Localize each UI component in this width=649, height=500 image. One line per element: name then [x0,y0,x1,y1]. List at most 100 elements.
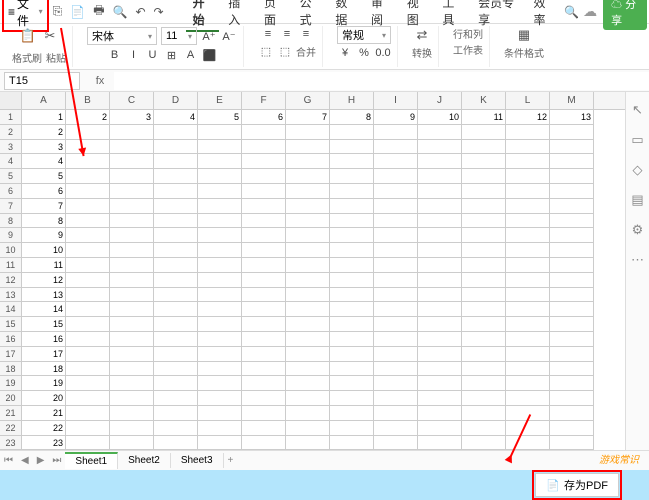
add-sheet-button[interactable]: + [224,455,238,466]
merge-label[interactable]: 合并 [296,44,316,59]
cell[interactable] [550,406,594,421]
cell[interactable] [418,302,462,317]
cell[interactable] [506,243,550,258]
align-left-icon[interactable]: ⬚ [258,43,274,59]
cell[interactable]: 5 [22,169,66,184]
cell[interactable] [286,243,330,258]
cell[interactable] [66,258,110,273]
cell[interactable]: 16 [22,332,66,347]
row-header[interactable]: 20 [0,391,22,406]
cell[interactable]: 9 [22,228,66,243]
cell[interactable] [374,199,418,214]
cell[interactable] [506,154,550,169]
cell[interactable] [462,243,506,258]
cell[interactable] [110,288,154,303]
cell[interactable] [330,184,374,199]
cell[interactable]: 14 [22,302,66,317]
cell[interactable] [330,199,374,214]
cell[interactable] [550,391,594,406]
cell[interactable] [198,199,242,214]
row-header[interactable]: 16 [0,332,22,347]
undo-icon[interactable]: ↶ [131,5,149,19]
cell[interactable] [110,228,154,243]
paste-label[interactable]: 粘贴 [46,50,66,65]
cell[interactable] [550,362,594,377]
sheet-nav-prev[interactable]: ◀ [17,455,33,466]
cell[interactable] [198,154,242,169]
cell[interactable] [462,125,506,140]
row-header[interactable]: 13 [0,288,22,303]
cell[interactable] [506,169,550,184]
row-header[interactable]: 12 [0,273,22,288]
cell[interactable] [110,125,154,140]
fx-icon[interactable]: fx [90,75,110,87]
cell[interactable] [506,273,550,288]
cell[interactable] [286,125,330,140]
more-icon[interactable]: ⋯ [631,252,644,268]
cell[interactable]: 13 [22,288,66,303]
decimal-icon[interactable]: 0.0 [375,45,391,61]
cell[interactable]: 6 [242,110,286,125]
cell[interactable] [66,199,110,214]
cell[interactable] [66,376,110,391]
cell[interactable] [66,140,110,155]
row-header[interactable]: 22 [0,421,22,436]
cell[interactable] [418,184,462,199]
cell[interactable] [154,169,198,184]
sheet-nav-next[interactable]: ▶ [33,455,49,466]
cell[interactable] [374,347,418,362]
cell[interactable] [198,436,242,450]
number-format-select[interactable]: 常规▾ [337,26,391,44]
cell[interactable] [550,258,594,273]
cell[interactable] [418,199,462,214]
cell[interactable] [550,169,594,184]
cell[interactable]: 3 [110,110,154,125]
cell[interactable] [154,243,198,258]
cell[interactable] [418,140,462,155]
cell[interactable] [330,376,374,391]
font-color-icon[interactable]: A [183,47,199,63]
formula-input[interactable] [114,72,649,90]
sheet-tab-1[interactable]: Sheet1 [65,452,118,469]
cell[interactable]: 20 [22,391,66,406]
cell[interactable] [550,243,594,258]
cell[interactable]: 1 [22,110,66,125]
cell[interactable] [198,302,242,317]
cell[interactable] [506,199,550,214]
cell[interactable] [242,421,286,436]
cell[interactable] [66,317,110,332]
cell[interactable] [154,362,198,377]
cell[interactable] [418,362,462,377]
cell[interactable] [286,302,330,317]
italic-button[interactable]: I [126,47,142,63]
cell[interactable] [418,169,462,184]
cell[interactable] [286,169,330,184]
cell[interactable] [506,228,550,243]
cell[interactable] [286,362,330,377]
cell[interactable] [154,140,198,155]
cut-icon[interactable]: ✂ [41,27,59,45]
cell[interactable] [286,140,330,155]
cell[interactable] [154,125,198,140]
cell[interactable]: 12 [506,110,550,125]
cell[interactable] [330,302,374,317]
cell[interactable] [462,376,506,391]
cell[interactable] [198,214,242,229]
cell[interactable] [418,214,462,229]
cell[interactable] [110,436,154,450]
sheet-tab-2[interactable]: Sheet2 [118,453,171,468]
cell[interactable] [550,214,594,229]
cell[interactable] [242,273,286,288]
cell[interactable] [286,184,330,199]
cell[interactable] [330,169,374,184]
select-all-corner[interactable] [0,92,22,109]
cell[interactable] [154,406,198,421]
col-header[interactable]: F [242,92,286,109]
row-header[interactable]: 23 [0,436,22,450]
cell[interactable] [286,273,330,288]
cell[interactable] [66,273,110,288]
cell[interactable]: 4 [22,154,66,169]
cell[interactable]: 13 [550,110,594,125]
cell[interactable] [242,302,286,317]
cell[interactable]: 23 [22,436,66,450]
